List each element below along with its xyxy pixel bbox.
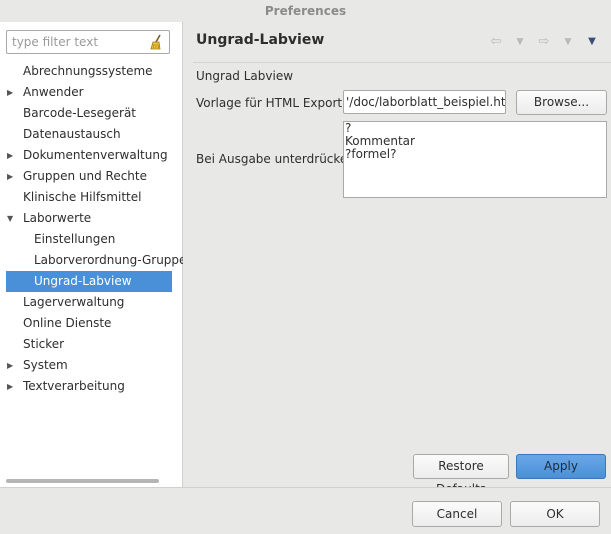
tree-item[interactable]: Lagerverwaltung: [0, 292, 182, 313]
chevron-down-icon[interactable]: ▼: [559, 34, 577, 50]
template-path-field[interactable]: '/doc/laborblatt_beispiel.html: [343, 90, 506, 114]
browse-button[interactable]: Browse...: [516, 90, 607, 115]
tree-item[interactable]: Ungrad-Labview: [6, 271, 172, 292]
tree-item[interactable]: Abrechnungssysteme: [0, 61, 182, 82]
tree-horizontal-scrollbar[interactable]: [6, 479, 159, 483]
template-label: Vorlage für HTML Export: [196, 96, 343, 110]
page-title: Ungrad-Labview: [196, 32, 325, 48]
preferences-tree-panel: Abrechnungssysteme ▶ Anwender Barcode-Leseg…: [0, 22, 186, 487]
tree-item-label: Sticker: [23, 337, 65, 351]
tree-item[interactable]: ▶ System: [0, 355, 182, 376]
tree-item[interactable]: ▼ Laborwerte: [0, 208, 182, 229]
tree-item-label: Barcode-Lesegerät: [23, 106, 137, 120]
view-menu-icon[interactable]: ▼: [583, 34, 601, 50]
collapsed-arrow-icon[interactable]: ▶: [7, 166, 17, 187]
tree-item-label: System: [23, 358, 68, 372]
tree-item-label: Klinische Hilfsmittel: [23, 190, 142, 204]
tree-item-label: Dokumentenverwaltung: [23, 148, 168, 162]
tree-item[interactable]: Einstellungen: [0, 229, 182, 250]
tree-item-label: Laborwerte: [23, 211, 92, 225]
collapsed-arrow-icon[interactable]: ▶: [7, 376, 17, 397]
window-title: Preferences: [0, 0, 611, 22]
tree-item-label: Gruppen und Rechte: [23, 169, 147, 183]
chevron-down-icon[interactable]: ▼: [511, 34, 529, 50]
suppress-line: ?formel?: [345, 147, 397, 161]
collapsed-arrow-icon[interactable]: ▶: [7, 82, 17, 103]
tree-item[interactable]: ▶ Dokumentenverwaltung: [0, 145, 182, 166]
template-path-value: '/doc/laborblatt_beispiel.html: [346, 95, 506, 109]
dialog-button-bar: Cancel OK: [0, 487, 611, 534]
section-label: Ungrad Labview: [196, 69, 294, 83]
tree-item[interactable]: Online Dienste: [0, 313, 182, 334]
tree-item-label: Lagerverwaltung: [23, 295, 125, 309]
filter-box: [6, 30, 170, 54]
tree-item-label: Datenaustausch: [23, 127, 121, 141]
arrow-right-icon[interactable]: ⇨: [535, 34, 553, 50]
tree-item-label: Anwender: [23, 85, 84, 99]
title-separator: [193, 62, 611, 63]
arrow-left-icon[interactable]: ⇦: [487, 34, 505, 50]
tree-item[interactable]: Barcode-Lesegerät: [0, 103, 182, 124]
expanded-arrow-icon[interactable]: ▼: [7, 208, 17, 229]
suppress-textarea[interactable]: ? Kommentar ?formel?: [343, 121, 607, 198]
preference-page: Ungrad-Labview ⇦ ▼ ⇨ ▼ ▼ Ungrad Labview …: [183, 22, 611, 496]
apply-button[interactable]: Apply: [516, 454, 606, 479]
tree-item[interactable]: Datenaustausch: [0, 124, 182, 145]
cancel-button[interactable]: Cancel: [412, 501, 502, 527]
tree-item[interactable]: ▶ Anwender: [0, 82, 182, 103]
tree-item-label: Laborverordnung-Gruppe: [34, 253, 187, 267]
tree-item-label: Textverarbeitung: [23, 379, 125, 393]
ok-button[interactable]: OK: [510, 501, 600, 527]
tree-item-label: Abrechnungssysteme: [23, 64, 153, 78]
preferences-tree: Abrechnungssysteme ▶ Anwender Barcode-Leseg…: [0, 61, 186, 397]
tree-item[interactable]: Klinische Hilfsmittel: [0, 187, 182, 208]
restore-defaults-button[interactable]: Restore Defaults: [413, 454, 509, 496]
tree-item-label: Online Dienste: [23, 316, 112, 330]
tree-item[interactable]: ▶ Textverarbeitung: [0, 376, 182, 397]
clear-filter-icon[interactable]: [147, 33, 165, 51]
collapsed-arrow-icon[interactable]: ▶: [7, 145, 17, 166]
collapsed-arrow-icon[interactable]: ▶: [7, 355, 17, 376]
suppress-label: Bei Ausgabe unterdrücken: [196, 152, 355, 166]
tree-item-label: Einstellungen: [34, 232, 116, 246]
tree-item[interactable]: Laborverordnung-Gruppe: [0, 250, 186, 271]
tree-item-label: Ungrad-Labview: [34, 274, 132, 288]
page-navigation: ⇦ ▼ ⇨ ▼ ▼: [487, 34, 601, 50]
filter-input[interactable]: [7, 31, 152, 53]
tree-item[interactable]: Sticker: [0, 334, 182, 355]
tree-item[interactable]: ▶ Gruppen und Rechte: [0, 166, 182, 187]
